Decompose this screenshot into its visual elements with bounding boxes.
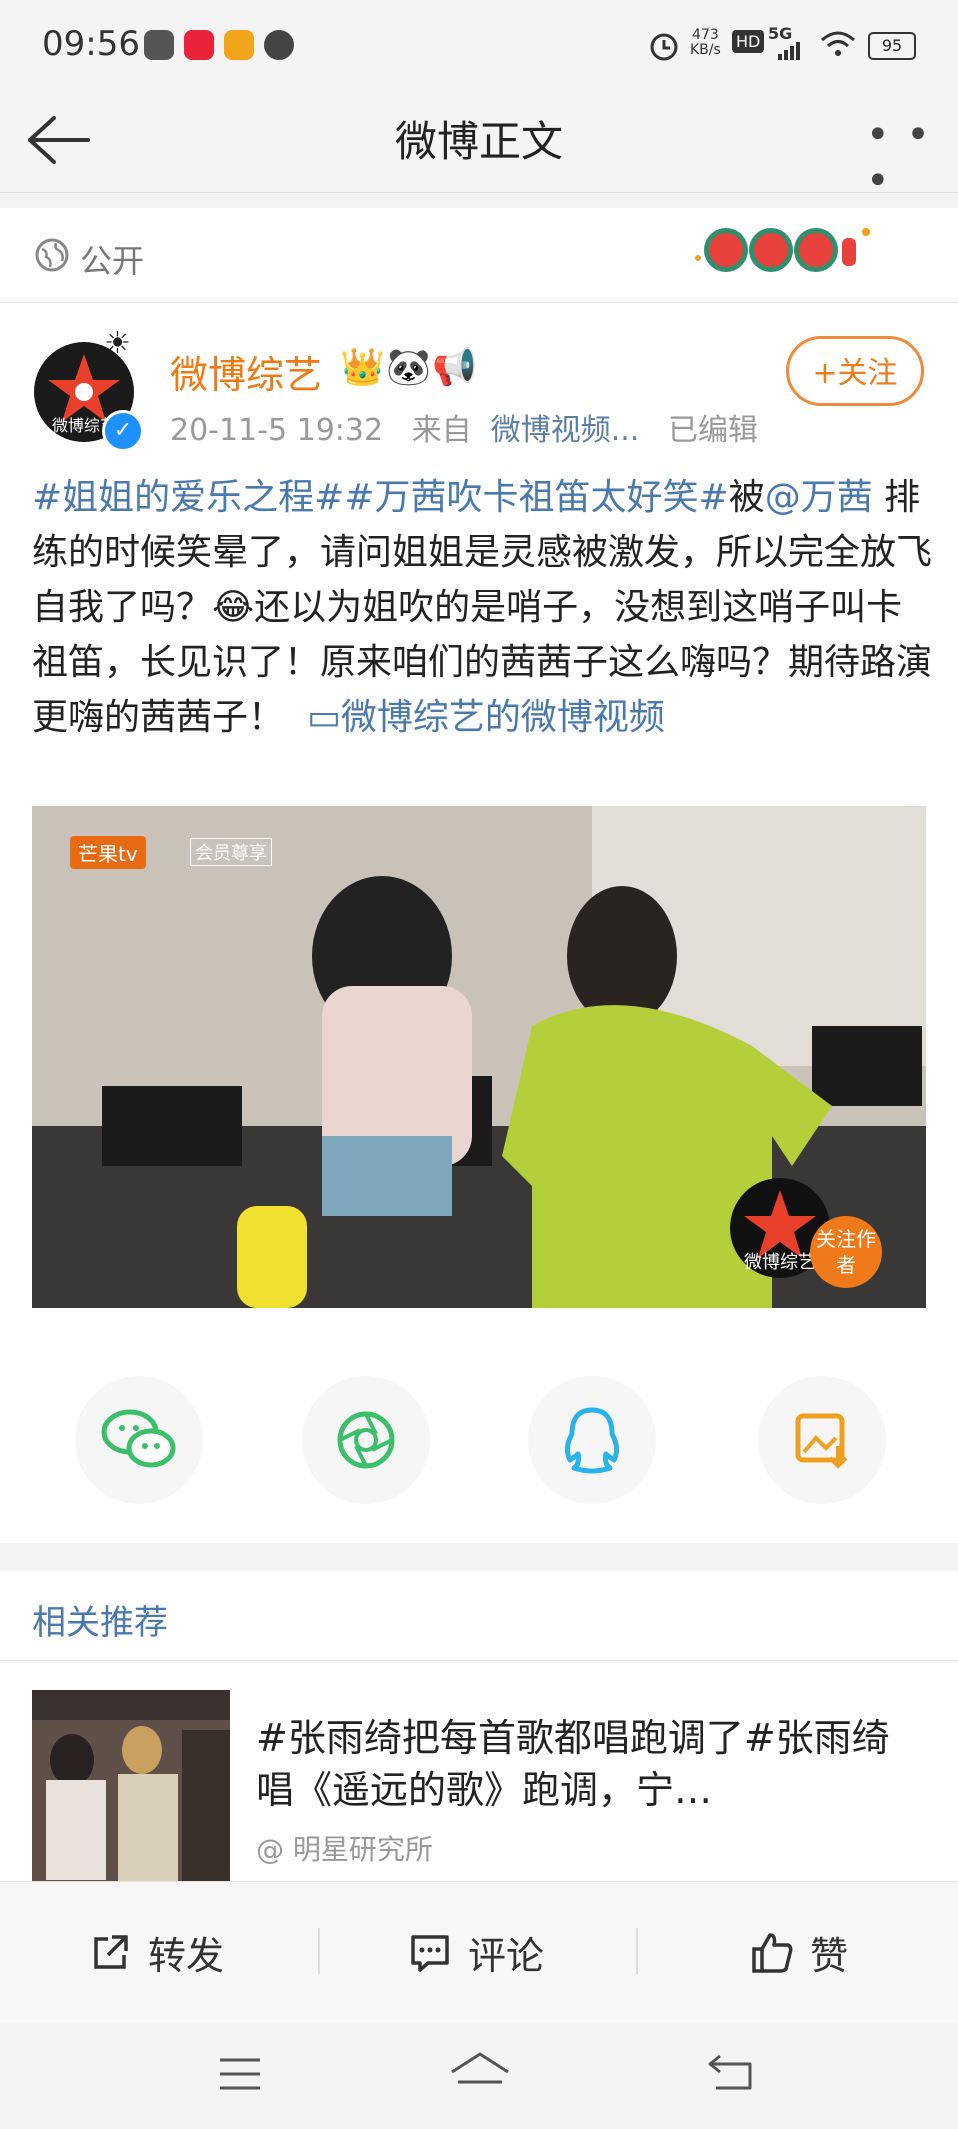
app-notify-icon [144, 30, 174, 60]
wechat-icon [101, 1409, 176, 1468]
verified-badge-icon: ✓ [102, 410, 144, 452]
author-name[interactable]: 微博综艺 [170, 344, 322, 399]
save-image-button[interactable] [758, 1376, 886, 1504]
post-date: 20-11-5 19:32 [170, 413, 384, 448]
mention-link[interactable]: @万茜 [765, 477, 873, 518]
panda-emoji-icon: 🐼 [386, 347, 431, 388]
qq-icon [564, 1407, 620, 1474]
decorative-badge-icon [695, 228, 870, 272]
repost-label: 转发 [148, 1934, 225, 1978]
source-prefix: 来自 [411, 413, 472, 448]
hd-badge: HD [732, 30, 765, 53]
like-button[interactable]: 赞 [750, 1925, 848, 1980]
follow-button[interactable]: +关注 [786, 336, 924, 406]
globe-icon [35, 238, 69, 272]
related-item-source[interactable]: @ 明星研究所 [256, 1828, 433, 1868]
megaphone-emoji-icon: 📢 [432, 347, 477, 388]
page-title: 微博正文 [394, 117, 563, 166]
content-text: 被 [728, 477, 765, 518]
edited-label: 已编辑 [667, 413, 758, 448]
divider [0, 1660, 958, 1661]
status-time: 09:56 [42, 24, 140, 64]
crown-emoji-icon: 👑 [340, 347, 385, 388]
video-channel-logo: 芒果tv [70, 836, 146, 869]
topic-link[interactable]: #姐姐的爱乐之程# [32, 477, 344, 518]
menu-icon[interactable] [216, 2056, 264, 2092]
post-source[interactable]: 微博视频... [491, 413, 640, 448]
share-wechat-button[interactable] [75, 1376, 203, 1504]
xiaohongshu-icon [184, 30, 214, 60]
related-title: 相关推荐 [32, 1603, 168, 1643]
wifi-icon [821, 31, 855, 56]
moments-icon [337, 1411, 395, 1469]
video-player[interactable]: 芒果tv 会员尊享 微博综艺 关注作者 [32, 806, 926, 1308]
comment-button[interactable]: 评论 [408, 1925, 544, 1980]
more-options-icon[interactable]: • • • [866, 112, 958, 204]
crying-laugh-emoji-icon: 😂 [212, 587, 255, 628]
video-link-icon: ▭ [306, 697, 341, 738]
system-back-icon[interactable] [706, 2050, 756, 2094]
like-label: 赞 [810, 1934, 849, 1978]
related-item-text[interactable]: #张雨绮把每首歌都唱跑调了#张雨绮唱《遥远的歌》跑调，宁… [256, 1712, 906, 1816]
compass-icon [264, 30, 294, 60]
comment-label: 评论 [468, 1934, 545, 1978]
post-content: #姐姐的爱乐之程##万茜吹卡祖笛太好笑#被@万茜 排练的时候笑晕了，请问姐姐是灵… [32, 470, 932, 745]
video-channel-tag: 会员尊享 [190, 838, 272, 866]
repost-button[interactable]: 转发 [88, 1925, 224, 1980]
weibo-notify-icon [224, 30, 254, 60]
comment-icon [411, 1934, 449, 1972]
thumbs-up-icon [752, 1932, 793, 1973]
sun-decoration-icon: ☀ [104, 326, 131, 361]
related-video-thumbnail [32, 1690, 230, 1881]
divider [636, 1928, 638, 1974]
follow-author-button[interactable]: 关注作者 [810, 1216, 882, 1288]
topic-link[interactable]: #万茜吹卡祖笛太好笑# [344, 477, 728, 518]
home-icon[interactable] [448, 2050, 512, 2094]
battery-icon: 95 [868, 32, 916, 60]
save-image-icon [795, 1413, 848, 1469]
alarm-icon [650, 33, 678, 61]
share-qq-button[interactable] [528, 1376, 656, 1504]
visibility-label: 公开 [80, 242, 145, 280]
divider [318, 1928, 320, 1974]
share-moments-button[interactable] [302, 1376, 430, 1504]
post-meta: 20-11-5 19:32 来自 微博视频... 已编辑 [170, 405, 758, 449]
video-link[interactable]: ▭微博综艺的微博视频 [307, 697, 665, 738]
net-speed: 473 KB/s [690, 27, 721, 58]
repost-icon [94, 1934, 128, 1969]
signal-icon [778, 42, 800, 60]
related-thumbnail[interactable] [32, 1690, 230, 1881]
